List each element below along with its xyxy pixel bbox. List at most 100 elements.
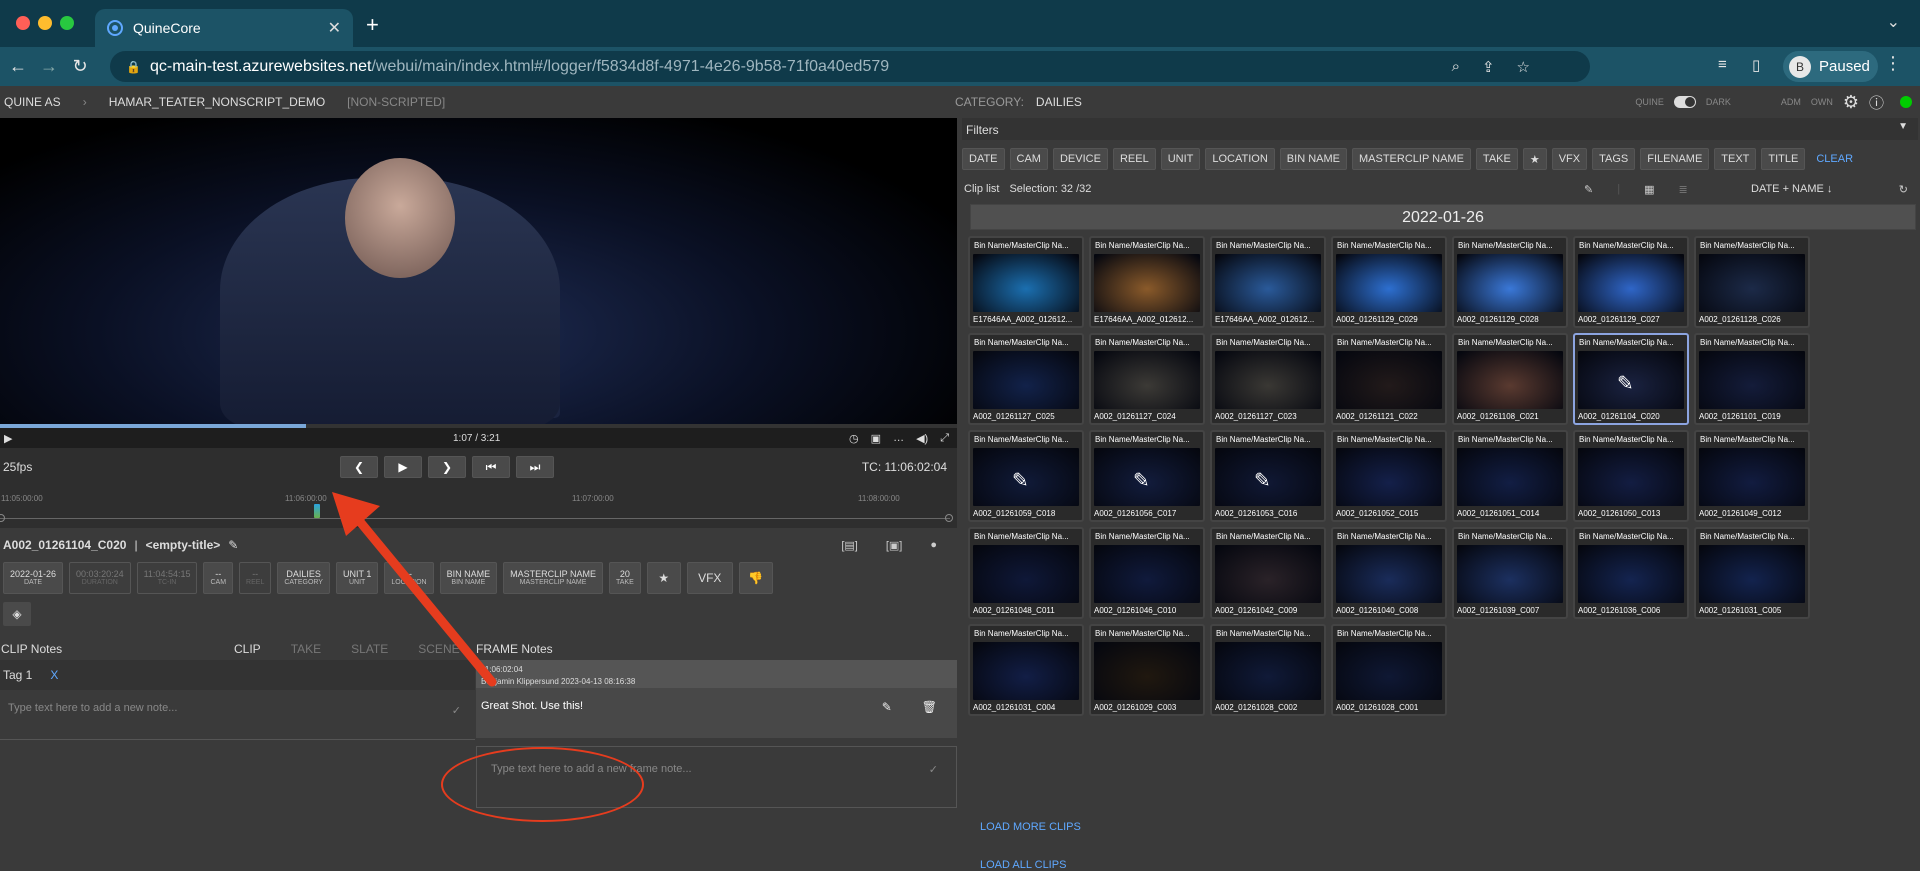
clip-thumbnail[interactable]: Bin Name/MasterClip Na... A002_01261036_C… [1573,527,1689,619]
meta-field-take[interactable]: 20 TAKE [608,562,641,594]
clip-thumbnail[interactable]: Bin Name/MasterClip Na... A002_01261051_C… [1452,430,1568,522]
tab-scene[interactable]: SCENE [418,642,459,656]
filters-header[interactable]: Filters ▼ [962,118,1918,140]
share-icon[interactable]: ⇪ [1482,58,1495,76]
clip-thumbnail[interactable]: Bin Name/MasterClip Na... A002_01261039_C… [1452,527,1568,619]
clip-thumbnail[interactable]: Bin Name/MasterClip Na... A002_01261127_C… [1210,333,1326,425]
meta-field-category[interactable]: DAILIES CATEGORY [277,562,330,594]
meta-field-duration[interactable]: 00:03:20:24 DURATION [69,562,131,594]
meta-field-tc-in[interactable]: 11:04:54:15 TC-IN [136,562,198,594]
checkmark-icon[interactable]: ✓ [452,704,461,717]
timeline-track[interactable] [0,518,950,519]
video-player[interactable] [0,118,957,424]
clip-thumbnail[interactable]: Bin Name/MasterClip Na... A002_01261052_C… [1331,430,1447,522]
clip-thumbnail[interactable]: Bin Name/MasterClip Na... A002_01261129_C… [1452,236,1568,328]
tag-icon[interactable]: ◈ [3,602,31,626]
filter-reel-button[interactable]: REEL [1112,148,1156,170]
filter-bin-name-button[interactable]: BIN NAME [1279,148,1347,170]
meta-field-reel[interactable]: -- REEL [239,562,272,594]
filter-star-button[interactable]: ★ [1522,148,1547,170]
tab-search-chevron-icon[interactable]: ⌄ [1887,12,1900,32]
subtitle-toggle-icon[interactable]: [▤] [841,539,858,552]
clip-thumbnail[interactable]: Bin Name/MasterClip Na... A002_01261031_C… [1694,527,1810,619]
play-button[interactable]: ▶ [384,456,422,478]
clip-thumbnail[interactable]: Bin Name/MasterClip Na... A002_01261101_C… [1694,333,1810,425]
help-icon[interactable]: ⓘ [1869,92,1884,113]
load-more-clips-button[interactable]: LOAD MORE CLIPS [980,821,1081,833]
gear-icon[interactable]: ⚙ [1843,92,1859,113]
clip-thumbnail[interactable]: Bin Name/MasterClip Na... A002_01261127_C… [968,333,1084,425]
clip-note-input[interactable]: Type text here to add a new note... ✓ [0,690,475,740]
filter-masterclip-name-button[interactable]: MASTERCLIP NAME [1351,148,1471,170]
next-frame-button[interactable]: ❯ [428,456,466,478]
wrench-icon[interactable]: ✎ [1584,183,1593,196]
clip-thumbnail[interactable]: Bin Name/MasterClip Na... A002_01261129_C… [1573,236,1689,328]
reload-icon[interactable]: ↻ [67,56,93,77]
clip-thumbnail[interactable]: Bin Name/MasterClip Na... A002_01261128_C… [1694,236,1810,328]
edit-pencil-icon[interactable]: ✎ [882,700,892,714]
clip-thumbnail[interactable]: Bin Name/MasterClip Na... E17646AA_A002_0… [1089,236,1205,328]
fullscreen-icon[interactable]: ⤢ [940,432,949,445]
filter-vfx-button[interactable]: VFX [1551,148,1588,170]
address-bar[interactable]: 🔒 qc-main-test.azurewebsites.net /webui/… [110,51,1590,82]
clip-thumbnail[interactable]: Bin Name/MasterClip Na... E17646AA_A002_0… [1210,236,1326,328]
tab-take[interactable]: TAKE [291,642,321,656]
filter-filename-button[interactable]: FILENAME [1640,148,1710,170]
thumbs-down-button[interactable]: 👎 [738,562,773,594]
checkmark-icon[interactable]: ✓ [929,763,938,776]
clip-thumbnail[interactable]: Bin Name/MasterClip Na... A002_01261108_C… [1452,333,1568,425]
clip-thumbnail[interactable]: Bin Name/MasterClip Na... A002_01261046_C… [1089,527,1205,619]
clip-thumbnail[interactable]: Bin Name/MasterClip Na... A002_01261049_C… [1694,430,1810,522]
new-tab-button[interactable]: + [366,12,379,38]
theme-toggle[interactable] [1673,96,1696,108]
tab-slate[interactable]: SLATE [351,642,388,656]
bookmark-star-icon[interactable]: ☆ [1517,58,1530,76]
volume-icon[interactable]: ◀) [916,432,928,445]
filter-clear-button[interactable]: CLEAR [1810,148,1859,170]
clip-thumbnail[interactable]: Bin Name/MasterClip Na... A002_01261040_C… [1331,527,1447,619]
clip-thumbnail[interactable]: Bin Name/MasterClip Na... A002_01261127_C… [1089,333,1205,425]
clip-thumbnail[interactable]: Bin Name/MasterClip Na... ✎ A002_01261059_… [968,430,1084,522]
tab-close-icon[interactable]: ✕ [328,18,341,38]
browser-menu-icon[interactable]: ⋮ [1884,53,1902,74]
timeline-end-handle[interactable] [945,514,953,522]
clip-thumbnail[interactable]: Bin Name/MasterClip Na... A002_01261031_C… [968,624,1084,716]
pencil-icon[interactable]: ✎ [228,538,238,552]
timer-icon[interactable]: ◷ [849,432,859,445]
filter-unit-button[interactable]: UNIT [1160,148,1201,170]
filter-cam-button[interactable]: CAM [1009,148,1048,170]
meta-field-cam[interactable]: -- CAM [203,562,234,594]
side-panel-icon[interactable]: ▯ [1752,56,1760,74]
clip-thumbnail[interactable]: Bin Name/MasterClip Na... A002_01261029_C… [1089,624,1205,716]
filter-date-button[interactable]: DATE [962,148,1005,170]
filter-take-button[interactable]: TAKE [1475,148,1518,170]
meta-field-location[interactable]: -- LOCATION [384,562,434,594]
clip-thumbnail[interactable]: Bin Name/MasterClip Na... A002_01261028_C… [1210,624,1326,716]
playhead-marker[interactable] [314,504,320,518]
sort-arrow-icon[interactable]: ↓ [1827,183,1833,195]
media-control-icon[interactable]: ≡ [1718,56,1727,73]
clip-thumbnail[interactable]: Bin Name/MasterClip Na... A002_01261121_C… [1331,333,1447,425]
meta-field-unit[interactable]: UNIT 1 UNIT [335,562,379,594]
prev-frame-button[interactable]: ❮ [340,456,378,478]
more-icon[interactable]: … [893,432,904,445]
close-window-button[interactable] [16,16,30,30]
minimize-window-button[interactable] [38,16,52,30]
filter-location-button[interactable]: LOCATION [1205,148,1275,170]
load-all-clips-button[interactable]: LOAD ALL CLIPS [980,859,1066,871]
clip-title[interactable]: <empty-title> [146,538,221,552]
clip-thumbnail[interactable]: Bin Name/MasterClip Na... ✎ A002_01261053_… [1210,430,1326,522]
maximize-window-button[interactable] [60,16,74,30]
back-arrow-icon[interactable]: ← [5,56,31,77]
filter-title-button[interactable]: TITLE [1761,148,1806,170]
star-rating-button[interactable]: ★ [646,562,681,594]
filter-device-button[interactable]: DEVICE [1052,148,1108,170]
picture-toggle-icon[interactable]: [▣] [886,539,903,552]
filter-text-button[interactable]: TEXT [1714,148,1757,170]
clip-thumbnail[interactable]: Bin Name/MasterClip Na... A002_01261129_C… [1331,236,1447,328]
go-to-start-button[interactable]: ⏮ [472,456,510,478]
clip-thumbnail[interactable]: Bin Name/MasterClip Na... A002_01261042_C… [1210,527,1326,619]
list-view-icon[interactable]: ≣ [1678,183,1687,196]
info-icon[interactable]: ● [930,539,937,552]
filter-tags-button[interactable]: TAGS [1592,148,1636,170]
